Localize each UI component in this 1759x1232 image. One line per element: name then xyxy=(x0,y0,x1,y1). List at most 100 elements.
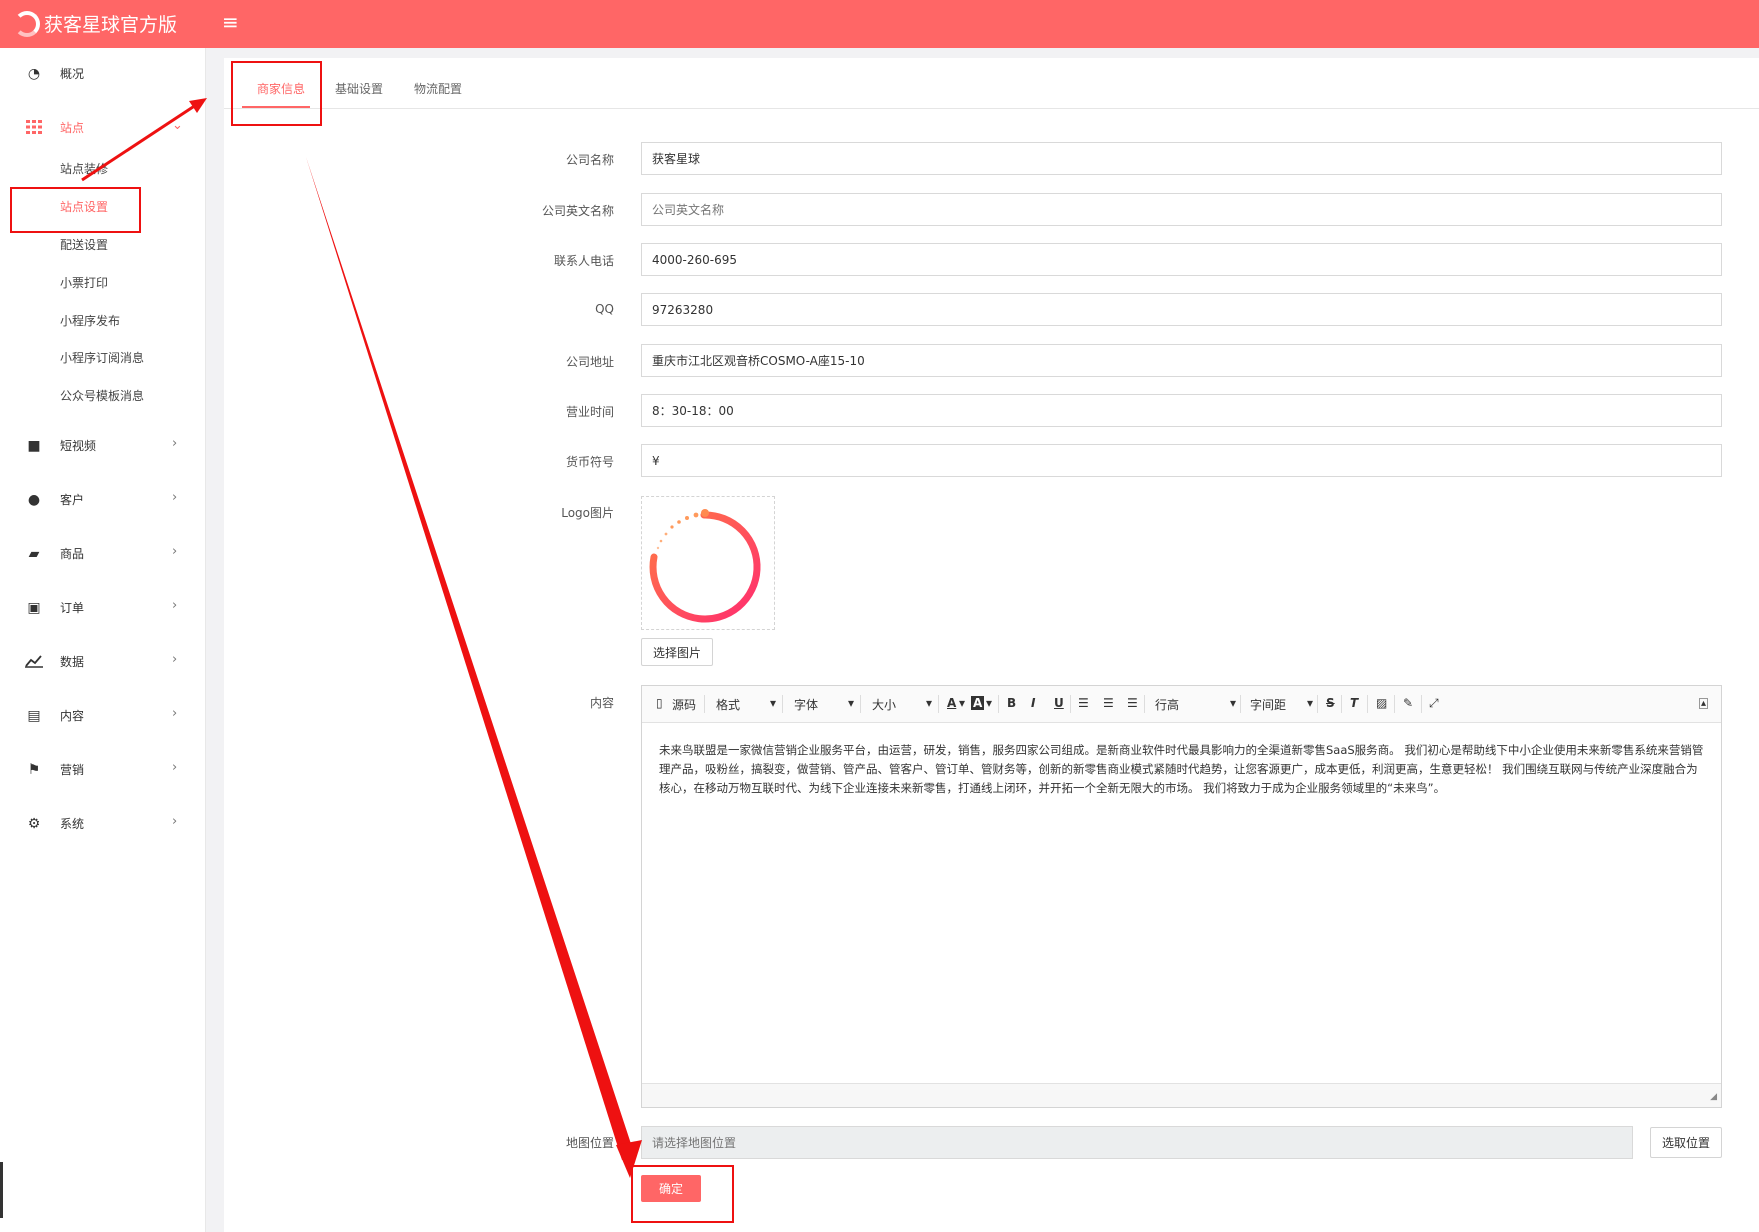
grid-icon xyxy=(25,120,43,136)
select-location-button[interactable]: 选取位置 xyxy=(1650,1127,1722,1158)
align-right-icon[interactable]: ☰ xyxy=(1127,696,1138,710)
toolbar-separator xyxy=(1341,695,1342,713)
caret-down-icon: ▾ xyxy=(1230,696,1237,710)
resize-handle-icon[interactable]: ◢ xyxy=(1710,1092,1717,1102)
tab-bar: 商家信息 基础设置 物流配置 xyxy=(224,58,1759,109)
loading-ring-icon xyxy=(649,509,761,623)
company-en-label: 公司英文名称 xyxy=(541,204,614,218)
sidebar-subitem-delivery-settings[interactable]: 配送设置 xyxy=(60,236,108,253)
sidebar-item-short-video[interactable]: ■ 短视频 › xyxy=(0,426,206,466)
chart-icon xyxy=(25,654,43,670)
editor-statusbar: ◢ xyxy=(642,1083,1721,1107)
phone-input[interactable] xyxy=(641,243,1722,276)
editor-toolbar: ▯ 源码 格式 ▾ 字体 ▾ 大小 ▾ A ▾ A ▾ B I U ☰ ☰ ☰ … xyxy=(642,686,1721,723)
window-edge xyxy=(0,1162,3,1218)
chevron-right-icon: › xyxy=(172,490,178,505)
strikethrough-button[interactable]: S xyxy=(1326,696,1335,710)
toolbar-separator xyxy=(1070,695,1071,713)
cart-icon: ▰ xyxy=(28,546,40,562)
sidebar-item-site[interactable]: 站点 ⌄ xyxy=(0,108,206,148)
caret-down-icon: ▾ xyxy=(959,696,966,710)
gear-icon: ⚙ xyxy=(27,816,41,832)
sidebar-subitem-official-account-template[interactable]: 公众号模板消息 xyxy=(60,387,144,404)
chevron-right-icon: › xyxy=(172,436,178,451)
sidebar-item-content[interactable]: ▤ 内容 › xyxy=(0,696,206,736)
currency-label: 货币符号 xyxy=(565,455,614,469)
toolbar-separator xyxy=(998,695,999,713)
sidebar-item-label: 客户 xyxy=(60,493,85,507)
dashboard-icon: ◔ xyxy=(27,66,41,82)
money-icon: ▣ xyxy=(27,600,41,616)
sidebar-item-system[interactable]: ⚙ 系统 › xyxy=(0,804,206,844)
sidebar-item-products[interactable]: ▰ 商品 › xyxy=(0,534,206,574)
caret-down-icon: ▾ xyxy=(926,696,933,710)
chevron-down-icon: ⌄ xyxy=(172,118,183,133)
map-location-input[interactable] xyxy=(641,1126,1633,1159)
background-color-button[interactable]: A xyxy=(971,696,985,710)
collapse-toolbar-icon[interactable]: ▴ xyxy=(1699,698,1709,709)
address-input[interactable] xyxy=(641,344,1722,377)
hamburger-icon[interactable]: ≡ xyxy=(222,10,239,34)
qq-input[interactable] xyxy=(641,293,1722,326)
font-dropdown[interactable]: 字体 xyxy=(794,696,818,713)
caret-down-icon: ▾ xyxy=(770,696,777,710)
align-left-icon[interactable]: ☰ xyxy=(1078,696,1089,710)
sidebar-subitem-site-decoration[interactable]: 站点装修 xyxy=(60,160,108,177)
brush-icon[interactable]: ✎ xyxy=(1403,696,1413,710)
sidebar-subitem-miniprogram-subscription[interactable]: 小程序订阅消息 xyxy=(60,349,144,366)
letter-spacing-dropdown[interactable]: 字间距 xyxy=(1250,696,1286,713)
underline-button[interactable]: U xyxy=(1054,696,1064,710)
company-name-input[interactable] xyxy=(641,142,1722,175)
chevron-right-icon: › xyxy=(172,544,178,559)
sidebar-item-label: 系统 xyxy=(60,817,85,831)
currency-input[interactable] xyxy=(641,444,1722,477)
toolbar-separator xyxy=(1394,695,1395,713)
company-en-input[interactable] xyxy=(641,193,1722,226)
source-code-icon[interactable]: ▯ xyxy=(656,696,663,710)
sidebar-item-label: 订单 xyxy=(60,601,85,615)
source-button[interactable]: 源码 xyxy=(672,696,696,713)
caret-down-icon: ▾ xyxy=(848,696,855,710)
chevron-right-icon: › xyxy=(172,706,178,721)
sidebar-subitem-miniprogram-publish[interactable]: 小程序发布 xyxy=(60,312,120,329)
sidebar-item-marketing[interactable]: ⚑ 营销 › xyxy=(0,750,206,790)
toolbar-separator xyxy=(860,695,861,713)
company-name-label: 公司名称 xyxy=(565,153,614,167)
content-label: 内容 xyxy=(589,696,614,710)
flag-icon: ⚑ xyxy=(27,762,41,778)
tab-logistics-config[interactable]: 物流配置 xyxy=(414,80,462,97)
users-icon: ● xyxy=(27,492,41,508)
italic-button[interactable]: I xyxy=(1031,696,1035,710)
map-label: 地图位置 xyxy=(565,1136,614,1150)
tab-basic-settings[interactable]: 基础设置 xyxy=(335,80,383,97)
brand-logo-icon xyxy=(14,11,40,37)
font-color-button[interactable]: A xyxy=(947,696,956,710)
logo-preview[interactable] xyxy=(641,496,775,630)
clear-format-button[interactable]: T xyxy=(1350,696,1358,710)
app-title: 获客星球官方版 xyxy=(44,14,178,36)
toolbar-separator xyxy=(782,695,783,713)
toolbar-separator xyxy=(938,695,939,713)
sidebar-item-orders[interactable]: ▣ 订单 › xyxy=(0,588,206,628)
format-dropdown[interactable]: 格式 xyxy=(716,696,740,713)
caret-down-icon: ▾ xyxy=(1307,696,1314,710)
bold-button[interactable]: B xyxy=(1007,696,1016,710)
phone-label: 联系人电话 xyxy=(553,254,614,268)
sidebar-item-label: 营销 xyxy=(60,763,85,777)
logo-label: Logo图片 xyxy=(561,506,614,520)
video-icon: ■ xyxy=(27,438,41,454)
editor-content[interactable]: 未来鸟联盟是一家微信营销企业服务平台，由运营，研发，销售，服务四家公司组成。是新… xyxy=(659,741,1704,798)
sidebar-item-customers[interactable]: ● 客户 › xyxy=(0,480,206,520)
size-dropdown[interactable]: 大小 xyxy=(872,696,896,713)
fullscreen-icon[interactable]: ⤢ xyxy=(1429,696,1439,711)
hours-input[interactable] xyxy=(641,394,1722,427)
sidebar-item-overview[interactable]: ◔ 概况 xyxy=(0,54,206,94)
image-icon[interactable]: ▨ xyxy=(1376,696,1387,710)
align-center-icon[interactable]: ☰ xyxy=(1103,696,1114,710)
sidebar-item-data[interactable]: 数据 › xyxy=(0,642,206,682)
sidebar-item-label: 短视频 xyxy=(60,439,97,453)
sidebar-subitem-receipt-printing[interactable]: 小票打印 xyxy=(60,274,108,291)
document-icon: ▤ xyxy=(27,708,41,724)
select-image-button[interactable]: 选择图片 xyxy=(641,638,713,666)
line-height-dropdown[interactable]: 行高 xyxy=(1155,696,1179,713)
